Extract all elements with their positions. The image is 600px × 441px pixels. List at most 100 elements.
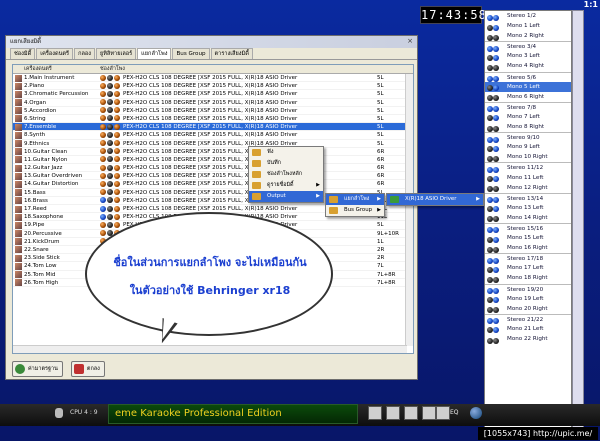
channel-item[interactable]: Mono 12 Right bbox=[485, 183, 571, 193]
channel-item[interactable]: Stereo 19/20 bbox=[485, 283, 571, 295]
channel-dots[interactable] bbox=[100, 74, 122, 82]
menu-item-record[interactable]: บันทึก bbox=[249, 158, 323, 169]
channel-item[interactable]: Mono 6 Right bbox=[485, 92, 571, 102]
tab-4[interactable]: แยกลำโพง bbox=[137, 48, 172, 59]
channel-item[interactable]: Mono 4 Right bbox=[485, 61, 571, 71]
channel-item[interactable]: Mono 8 Right bbox=[485, 122, 571, 132]
channel-item[interactable]: Mono 11 Left bbox=[485, 173, 571, 183]
channel-dots[interactable] bbox=[100, 221, 122, 229]
toolbar-button-1[interactable] bbox=[368, 406, 382, 420]
channel-dots[interactable] bbox=[100, 148, 122, 156]
table-row[interactable]: 10.Guitar Clean PEX-H2O CLS 108 DEGREE [X… bbox=[13, 148, 413, 156]
channel-dots[interactable] bbox=[100, 197, 122, 205]
channel-item[interactable]: Mono 10 Right bbox=[485, 152, 571, 162]
horizontal-scrollbar[interactable] bbox=[13, 345, 407, 353]
channel-item[interactable]: Stereo 13/14 bbox=[485, 192, 571, 204]
eq-button[interactable]: EQ bbox=[450, 406, 459, 420]
channel-item[interactable]: Mono 13 Left bbox=[485, 203, 571, 213]
table-row[interactable]: 14.Guitar Distortion PEX-H2O CLS 108 DEGR… bbox=[13, 180, 413, 189]
submenu-item-asio-driver[interactable]: X(R)18 ASIO Driver ▶ bbox=[387, 194, 483, 205]
channel-item[interactable]: Stereo 17/18 bbox=[485, 253, 571, 264]
table-row[interactable]: 11.Guitar Nylon PEX-H2O CLS 108 DEGREE [X… bbox=[13, 156, 413, 165]
table-row[interactable]: 4.Organ PEX-H2O CLS 108 DEGREE [XSF 2015 … bbox=[13, 99, 413, 107]
channel-list-scrollbar[interactable] bbox=[572, 10, 584, 428]
toolbar-button-2[interactable] bbox=[386, 406, 400, 420]
menu-item-listen[interactable]: ฟัง bbox=[249, 147, 323, 158]
tab-1[interactable]: เครื่องดนตรี bbox=[36, 48, 74, 59]
tab-bar: ช่องมิดี้ เครื่องดนตรี กลอง ยูทิลิทายเลอร์แ… bbox=[6, 48, 417, 60]
channel-item[interactable]: Stereo 9/10 bbox=[485, 132, 571, 143]
table-row[interactable]: 5.Accordion PEX-H2O CLS 108 DEGREE [XSF 2… bbox=[13, 107, 413, 115]
channel-label: Mono 15 Left bbox=[507, 235, 544, 242]
channel-item[interactable]: Stereo 3/4 bbox=[485, 41, 571, 52]
globe-icon[interactable] bbox=[470, 407, 482, 419]
channel-dots[interactable] bbox=[100, 99, 122, 107]
channel-item[interactable]: Mono 17 Left bbox=[485, 263, 571, 273]
menu-item-view-midi[interactable]: ดูรายชื่อมิดี้ ▶ bbox=[249, 180, 323, 191]
toolbar-button-3[interactable] bbox=[404, 406, 418, 420]
channel-dots[interactable] bbox=[100, 205, 122, 213]
channel-dots[interactable] bbox=[100, 172, 122, 180]
channel-dots[interactable] bbox=[100, 156, 122, 164]
channel-item[interactable]: Mono 21 Left bbox=[485, 324, 571, 334]
channel-item[interactable]: Stereo 11/12 bbox=[485, 162, 571, 173]
channel-dots[interactable] bbox=[100, 90, 122, 98]
table-row[interactable]: 1.Main Instrument PEX-H2O CLS 108 DEGREE … bbox=[13, 74, 413, 83]
table-row[interactable]: 9.Ethnics PEX-H2O CLS 108 DEGREE [XSF 201… bbox=[13, 140, 413, 148]
channel-dots[interactable] bbox=[100, 189, 122, 197]
menu-item-main-speaker[interactable]: ช่องลำโพงหลัก bbox=[249, 169, 323, 180]
channel-dots[interactable] bbox=[100, 213, 122, 221]
tab-5[interactable]: Bus Group bbox=[172, 48, 210, 59]
menu-item-output[interactable]: Output ▶ bbox=[249, 191, 323, 202]
channel-item[interactable]: Stereo 21/22 bbox=[485, 313, 571, 325]
channel-dots[interactable] bbox=[100, 140, 122, 148]
table-row[interactable]: 6.String PEX-H2O CLS 108 DEGREE [XSF 2015… bbox=[13, 115, 413, 124]
channel-item[interactable]: Mono 7 Left bbox=[485, 112, 571, 122]
channel-item[interactable]: Stereo 7/8 bbox=[485, 101, 571, 113]
vertical-scrollbar[interactable] bbox=[405, 74, 413, 346]
reset-button[interactable]: ค่ามาตรฐาน bbox=[12, 361, 63, 377]
table-row[interactable]: 2.Piano PEX-H2O CLS 108 DEGREE [XSF 2015 … bbox=[13, 82, 413, 91]
channel-item[interactable]: Mono 9 Left bbox=[485, 142, 571, 152]
tab-3[interactable]: ยูทิลิทายเลอร์ bbox=[95, 48, 137, 59]
channel-item[interactable]: Mono 16 Right bbox=[485, 243, 571, 253]
table-row[interactable]: 13.Guitar Overdriven PEX-H2O CLS 108 DEGR… bbox=[13, 172, 413, 181]
channel-dots[interactable] bbox=[100, 180, 122, 188]
table-row[interactable]: 3.Chromatic Percussion PEX-H2O CLS 108 DE… bbox=[13, 90, 413, 99]
channel-item[interactable]: Mono 18 Right bbox=[485, 273, 571, 283]
toolbar-button-4[interactable] bbox=[422, 406, 436, 420]
submenu-item-split-speaker[interactable]: แยกลำโพง ▶ bbox=[326, 194, 384, 205]
channel-dots[interactable] bbox=[100, 82, 122, 90]
channel-dots[interactable] bbox=[100, 115, 122, 123]
channel-item[interactable]: Mono 22 Right bbox=[485, 334, 571, 344]
tab-0[interactable]: ช่องมิดี้ bbox=[10, 48, 36, 59]
channel-item[interactable]: Mono 19 Left bbox=[485, 294, 571, 304]
clock-display: 17:43:58 bbox=[420, 6, 487, 24]
submenu-item-bus-group[interactable]: Bus Group ▶ bbox=[326, 205, 384, 216]
microphone-icon[interactable] bbox=[55, 408, 63, 418]
channel-item[interactable]: Mono 15 Left bbox=[485, 233, 571, 243]
channel-item[interactable]: Stereo 5/6 bbox=[485, 71, 571, 83]
channel-dots[interactable] bbox=[100, 107, 122, 115]
channel-item[interactable]: Mono 2 Right bbox=[485, 31, 571, 41]
table-row[interactable]: 7.Ensemble PEX-H2O CLS 108 DEGREE [XSF 20… bbox=[13, 123, 413, 132]
channel-dots[interactable] bbox=[100, 131, 122, 139]
close-icon[interactable]: × bbox=[405, 37, 415, 46]
channel-item[interactable]: Mono 20 Right bbox=[485, 304, 571, 314]
channel-item[interactable]: Stereo 1/2 bbox=[485, 11, 571, 21]
channel-item[interactable]: Mono 3 Left bbox=[485, 51, 571, 61]
led-icon bbox=[114, 131, 120, 138]
channel-item[interactable]: Mono 1 Left bbox=[485, 21, 571, 31]
channel-dots[interactable] bbox=[100, 164, 122, 172]
ok-button[interactable]: ตกลง bbox=[70, 361, 105, 377]
channel-label: Mono 8 Right bbox=[507, 124, 545, 131]
toolbar-button-5[interactable] bbox=[436, 406, 450, 420]
tab-6[interactable]: ตารางเสียงมิดี้ bbox=[210, 48, 253, 59]
channel-item[interactable]: Mono 5 Left bbox=[485, 81, 571, 92]
channel-dots[interactable] bbox=[100, 123, 122, 131]
channel-item[interactable]: Mono 14 Right bbox=[485, 213, 571, 223]
channel-item[interactable]: Stereo 15/16 bbox=[485, 222, 571, 234]
table-row[interactable]: 12.Guitar Jazz PEX-H2O CLS 108 DEGREE [XS… bbox=[13, 164, 413, 173]
table-row[interactable]: 8.Synth PEX-H2O CLS 108 DEGREE [XSF 2015 … bbox=[13, 131, 413, 140]
tab-2[interactable]: กลอง bbox=[74, 48, 95, 59]
